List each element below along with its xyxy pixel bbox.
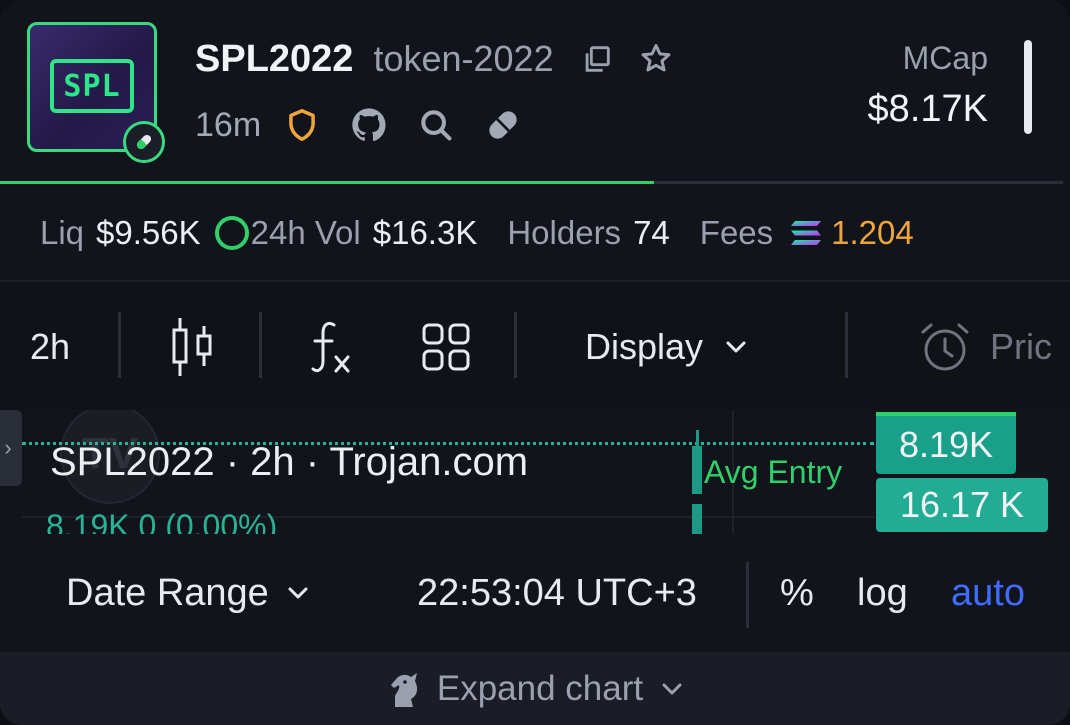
title-row: SPL2022 token-2022 [195, 34, 674, 84]
layouts-button[interactable] [421, 284, 471, 410]
mcap-value: $8.17K [867, 88, 988, 130]
toolbar-divider [259, 312, 262, 378]
bottom-bar-divider [746, 562, 749, 628]
meta-row: 16m [195, 100, 551, 150]
stats-row: Liq $9.56K 24h Vol $16.3K Holders 74 Fee… [40, 212, 914, 254]
trojan-horse-icon [387, 669, 423, 709]
log-label: log [857, 571, 908, 614]
token-avatar[interactable]: SPL [27, 22, 165, 163]
fees-label: Fees [699, 214, 774, 251]
price-alert-button[interactable]: Pric [918, 284, 1052, 410]
interval-button[interactable]: 2h [30, 284, 70, 410]
display-dropdown[interactable]: Display [585, 284, 747, 410]
github-icon[interactable] [349, 105, 389, 145]
chart-type-button[interactable] [168, 284, 216, 410]
star-icon[interactable] [638, 41, 674, 77]
scrollbar-thumb[interactable] [1024, 40, 1032, 134]
token-age: 16m [195, 105, 262, 144]
pill-badge-icon [123, 121, 165, 163]
chevron-down-icon [661, 682, 683, 696]
price-chart[interactable]: TV › SPL2022 · 2h · Trojan.com 8.19K 0 (… [0, 410, 1070, 534]
grid-icon [421, 322, 471, 372]
function-icon [308, 319, 354, 375]
percent-label: % [780, 571, 814, 614]
token-logo: SPL [50, 59, 134, 113]
avg-entry-price-tag: 16.17 K [876, 478, 1048, 532]
chart-bottom-bar: Date Range 22:53:04 UTC+3 % log auto [0, 534, 1070, 652]
token-card: SPL SPL2022 token-2022 16m MCap $8.17K L… [0, 0, 1070, 725]
chevron-down-icon [287, 586, 309, 600]
shield-icon[interactable] [283, 106, 321, 144]
token-symbol: SPL2022 [195, 37, 354, 80]
current-price-tag: 8.19K [876, 412, 1016, 474]
expand-chart-button[interactable]: Expand chart [0, 652, 1070, 725]
alarm-clock-icon [918, 320, 972, 374]
interval-label: 2h [30, 326, 71, 367]
expand-chart-label: Expand chart [436, 668, 644, 708]
token-name: token-2022 [373, 38, 554, 79]
auto-toggle[interactable]: auto [951, 534, 1025, 652]
toolbar-divider [118, 312, 121, 378]
fees-value: 1.204 [831, 214, 914, 251]
holders-label: Holders [507, 214, 622, 251]
chart-toolbar: 2h Display Pric [0, 284, 1070, 410]
toolbar-divider [845, 312, 848, 378]
display-label: Display [585, 326, 704, 367]
clock-time: 22:53:04 UTC+3 [417, 571, 697, 614]
chevron-down-icon [725, 340, 747, 354]
indicators-button[interactable] [308, 284, 354, 410]
copy-icon[interactable] [580, 42, 614, 76]
candle [692, 504, 702, 534]
chart-legend-change: 8.19K 0 (0.00%) [46, 508, 278, 534]
date-range-label: Date Range [66, 571, 269, 614]
timezone-button[interactable]: 22:53:04 UTC+3 [417, 534, 697, 652]
toolbar-divider [514, 312, 517, 378]
vol-value: $16.3K [372, 214, 478, 251]
candle [692, 446, 702, 494]
auto-label: auto [951, 571, 1025, 614]
price-label: Pric [990, 326, 1052, 367]
liquidity-ring-icon [214, 216, 249, 250]
holders-value: 74 [633, 214, 670, 251]
search-icon[interactable] [417, 106, 455, 144]
chart-legend-title: SPL2022 · 2h · Trojan.com [50, 440, 529, 484]
log-toggle[interactable]: log [857, 534, 908, 652]
vol-label: 24h Vol [250, 214, 361, 251]
liq-label: Liq [40, 214, 85, 251]
mcap-label: MCap [902, 40, 988, 76]
date-range-dropdown[interactable]: Date Range [66, 534, 309, 652]
avg-entry-label: Avg Entry [704, 454, 843, 490]
pill-icon[interactable] [483, 105, 523, 145]
liq-value: $9.56K [96, 214, 201, 251]
percent-toggle[interactable]: % [780, 534, 814, 652]
token-stats: Liq $9.56K 24h Vol $16.3K Holders 74 Fee… [0, 184, 1070, 282]
token-header: SPL SPL2022 token-2022 16m MCap $8.17K [0, 0, 1070, 184]
solana-icon [789, 219, 823, 247]
chart-side-handle[interactable]: › [0, 410, 22, 486]
candlestick-icon [168, 316, 216, 378]
